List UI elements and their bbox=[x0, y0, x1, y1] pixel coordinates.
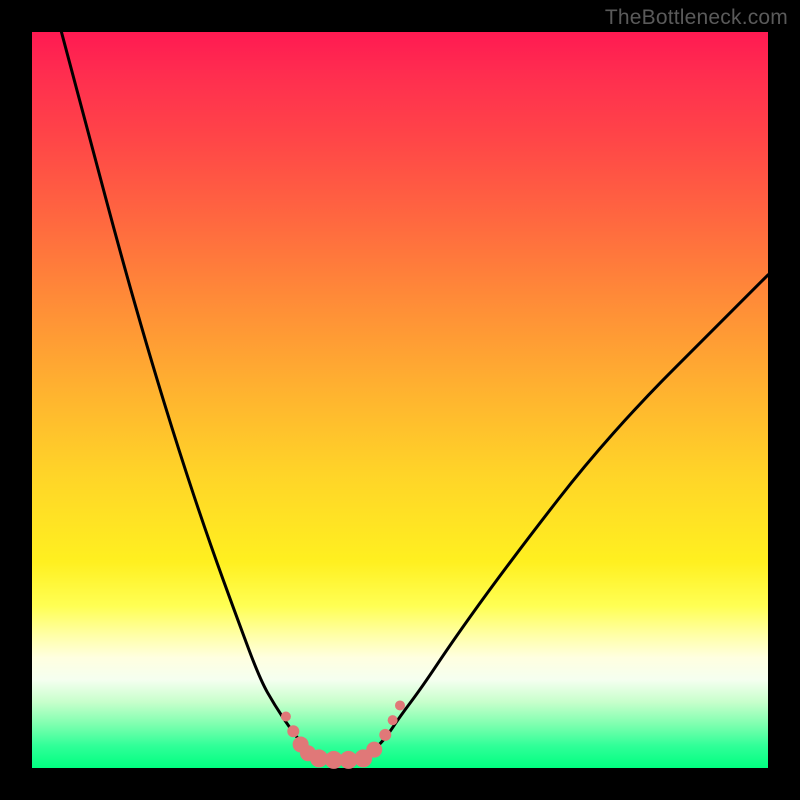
curve-left-curve bbox=[61, 32, 311, 753]
marker-group bbox=[281, 700, 405, 768]
curve-right-curve bbox=[371, 275, 768, 753]
watermark-text: TheBottleneck.com bbox=[605, 6, 788, 30]
curve-group bbox=[61, 32, 768, 753]
valley-marker bbox=[281, 711, 291, 721]
chart-frame: TheBottleneck.com bbox=[0, 0, 800, 800]
valley-marker bbox=[395, 700, 405, 710]
valley-marker bbox=[388, 715, 398, 725]
plot-area bbox=[32, 32, 768, 768]
valley-marker bbox=[366, 742, 382, 758]
valley-marker bbox=[379, 729, 391, 741]
valley-marker bbox=[287, 725, 299, 737]
chart-overlay bbox=[32, 32, 768, 768]
